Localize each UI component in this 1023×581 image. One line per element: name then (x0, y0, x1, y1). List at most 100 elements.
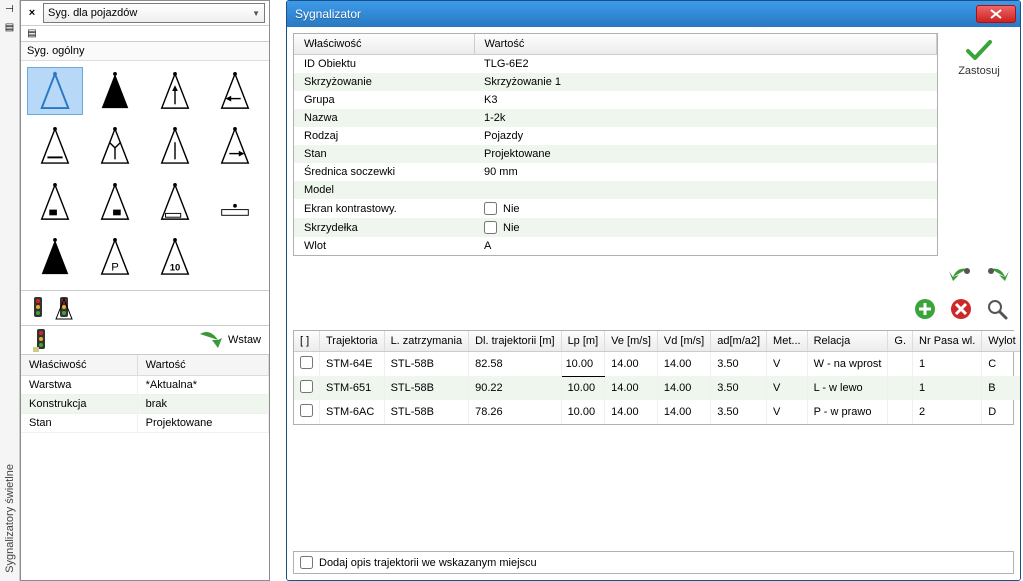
delete-button[interactable] (946, 296, 976, 322)
table-cell[interactable]: 14.00 (605, 376, 658, 400)
symbol-bar-only[interactable] (207, 178, 263, 226)
vertical-tab-label[interactable]: Sygnalizatory świetlne (4, 464, 16, 573)
traj-header[interactable]: Dl. trajektorii [m] (469, 331, 561, 352)
table-cell[interactable] (294, 400, 320, 424)
table-cell[interactable]: 3.50 (711, 376, 767, 400)
table-cell[interactable]: 78.26 (469, 400, 561, 424)
table-cell[interactable]: P - w prawo (807, 400, 888, 424)
traffic-light-icon-3[interactable] (30, 327, 52, 353)
table-cell[interactable]: V (767, 352, 808, 377)
prop-val-cell[interactable]: TLG-6E2 (474, 55, 937, 74)
col-property-main[interactable]: Właściwość (294, 34, 474, 55)
pin-icon[interactable]: ⊣ (4, 4, 16, 16)
prop-row[interactable]: ID ObiektuTLG-6E2 (294, 55, 937, 74)
table-cell[interactable]: L - w lewo (807, 376, 888, 400)
table-cell[interactable]: STL-58B (384, 376, 469, 400)
table-cell[interactable]: STL-58B (384, 352, 469, 377)
prop-val-cell[interactable]: Projektowane (474, 145, 937, 163)
traj-header[interactable]: L. zatrzymania (384, 331, 469, 352)
table-cell[interactable]: W - na wprost (807, 352, 888, 377)
prop-row[interactable]: Nazwa1-2k (294, 109, 937, 127)
prop-val[interactable]: *Aktualna* (137, 376, 268, 395)
prop-row[interactable]: Średnica soczewki90 mm (294, 163, 937, 181)
apply-label[interactable]: Zastosuj (958, 65, 1000, 77)
table-cell[interactable] (294, 376, 320, 400)
traffic-light-icon-1[interactable] (27, 295, 49, 321)
left-prop-row[interactable]: Konstrukcjabrak (21, 395, 269, 414)
table-cell[interactable]: 1 (913, 376, 982, 400)
traj-header[interactable]: Met... (767, 331, 808, 352)
table-cell[interactable]: 14.00 (605, 352, 658, 377)
traj-header[interactable]: Relacja (807, 331, 888, 352)
prop-val-cell[interactable]: Skrzyżowanie 1 (474, 73, 937, 91)
table-cell[interactable]: STM-651 (320, 376, 385, 400)
menu-icon[interactable]: ▤ (25, 28, 39, 39)
symbol-cone-blue[interactable] (27, 67, 83, 115)
traj-header[interactable]: [ ] (294, 331, 320, 352)
traj-header[interactable]: ad[m/a2] (711, 331, 767, 352)
table-cell[interactable]: 3.50 (711, 400, 767, 424)
row-checkbox[interactable] (300, 380, 313, 393)
prop-row[interactable]: Model (294, 181, 937, 199)
add-button[interactable] (910, 296, 940, 322)
row-checkbox[interactable] (300, 404, 313, 417)
close-panel-button[interactable]: × (25, 7, 39, 19)
prop-val-cell[interactable] (474, 181, 937, 199)
prop-val-cell[interactable]: K3 (474, 91, 937, 109)
table-cell[interactable]: D (982, 400, 1021, 424)
table-cell[interactable] (888, 376, 913, 400)
table-cell[interactable]: 10.00 (561, 376, 605, 400)
signal-type-combo[interactable]: Syg. dla pojazdów ▼ (43, 3, 265, 23)
table-cell[interactable]: V (767, 376, 808, 400)
prop-row[interactable]: WlotA (294, 237, 937, 255)
prop-row[interactable]: StanProjektowane (294, 145, 937, 163)
table-cell[interactable]: 10.00 (561, 352, 605, 377)
symbol-cone-black2[interactable] (27, 233, 83, 281)
prop-row[interactable]: Ekran kontrastowy.Nie (294, 199, 937, 218)
table-row[interactable]: STM-6ACSTL-58B78.2610.0014.0014.003.50VP… (294, 400, 1021, 424)
search-button[interactable] (982, 296, 1012, 322)
table-cell[interactable] (888, 400, 913, 424)
col-value[interactable]: Wartość (137, 355, 268, 376)
prop-val-cell[interactable]: 1-2k (474, 109, 937, 127)
col-value-main[interactable]: Wartość (474, 34, 937, 55)
dialog-titlebar[interactable]: Sygnalizator (287, 1, 1020, 27)
prop-val-cell[interactable]: A (474, 237, 937, 255)
symbol-cone-fill[interactable] (87, 67, 143, 115)
table-cell[interactable]: 2 (913, 400, 982, 424)
prop-row[interactable]: RodzajPojazdy (294, 127, 937, 145)
symbol-cone-f1[interactable] (27, 178, 83, 226)
table-cell[interactable] (888, 352, 913, 377)
table-cell[interactable]: 90.22 (469, 376, 561, 400)
left-prop-row[interactable]: StanProjektowane (21, 414, 269, 433)
table-cell[interactable] (294, 352, 320, 377)
traj-header[interactable]: Nr Pasa wl. (913, 331, 982, 352)
table-cell[interactable]: 14.00 (605, 400, 658, 424)
table-cell[interactable]: 14.00 (657, 352, 710, 377)
table-cell[interactable]: B (982, 376, 1021, 400)
symbol-cone-p[interactable]: P (87, 233, 143, 281)
traj-header[interactable]: Vd [m/s] (657, 331, 710, 352)
prop-val-cell[interactable]: Nie (474, 199, 937, 218)
symbol-cone-10[interactable]: 10 (147, 233, 203, 281)
table-cell[interactable]: 14.00 (657, 376, 710, 400)
prop-val-cell[interactable]: Pojazdy (474, 127, 937, 145)
traj-header[interactable]: Ve [m/s] (605, 331, 658, 352)
prop-val[interactable]: Projektowane (137, 414, 268, 433)
traj-header[interactable]: Trajektoria (320, 331, 385, 352)
traj-header[interactable]: G. (888, 331, 913, 352)
prop-checkbox[interactable] (484, 202, 497, 215)
nav-next-button[interactable] (982, 262, 1012, 288)
table-cell[interactable]: 3.50 (711, 352, 767, 377)
prop-val-cell[interactable]: Nie (474, 218, 937, 237)
table-cell[interactable]: STL-58B (384, 400, 469, 424)
symbol-cone-f3[interactable] (147, 178, 203, 226)
table-cell[interactable]: 14.00 (657, 400, 710, 424)
apply-check-icon[interactable] (965, 39, 993, 61)
traffic-light-icon-2[interactable] (53, 295, 75, 321)
symbol-empty[interactable] (207, 233, 263, 281)
symbol-cone-bar[interactable] (27, 122, 83, 170)
col-property[interactable]: Właściwość (21, 355, 137, 376)
table-cell[interactable]: 10.00 (561, 400, 605, 424)
table-row[interactable]: STM-651STL-58B90.2210.0014.0014.003.50VL… (294, 376, 1021, 400)
